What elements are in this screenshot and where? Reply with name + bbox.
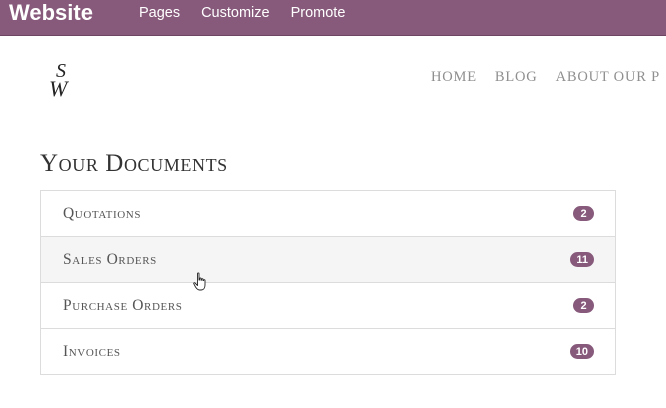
svg-text:W: W: [49, 76, 69, 100]
topbar-menu-pages[interactable]: Pages: [139, 5, 180, 21]
document-label: Quotations: [63, 204, 142, 222]
nav-blog[interactable]: BLOG: [495, 69, 538, 86]
count-badge: 2: [573, 206, 594, 221]
document-label: Sales Orders: [63, 250, 157, 268]
count-badge: 2: [573, 298, 594, 313]
hand-pointer-icon: [193, 272, 206, 291]
website-topbar: Website Pages Customize Promote: [0, 0, 666, 36]
nav-about[interactable]: ABOUT OUR P: [556, 69, 660, 86]
document-row-invoices[interactable]: Invoices 10: [40, 328, 616, 375]
page-title: Your Documents: [40, 150, 228, 177]
count-badge: 10: [569, 344, 594, 359]
website-brand[interactable]: Website: [9, 0, 93, 26]
topbar-menu-promote[interactable]: Promote: [291, 5, 346, 21]
document-row-quotations[interactable]: Quotations 2: [40, 190, 616, 237]
nav-home[interactable]: HOME: [431, 69, 477, 86]
document-label: Invoices: [63, 342, 121, 360]
count-badge: 11: [570, 252, 594, 267]
document-row-purchase-orders[interactable]: Purchase Orders 2: [40, 282, 616, 329]
document-row-sales-orders[interactable]: Sales Orders 11: [40, 236, 616, 283]
topbar-menu: Pages Customize Promote: [139, 5, 366, 21]
main-nav: HOME BLOG ABOUT OUR P: [431, 69, 666, 86]
topbar-menu-customize[interactable]: Customize: [201, 5, 270, 21]
site-logo[interactable]: S W: [48, 58, 82, 100]
documents-list: Quotations 2 Sales Orders 11 Purchase Or…: [40, 190, 616, 375]
document-label: Purchase Orders: [63, 296, 183, 314]
